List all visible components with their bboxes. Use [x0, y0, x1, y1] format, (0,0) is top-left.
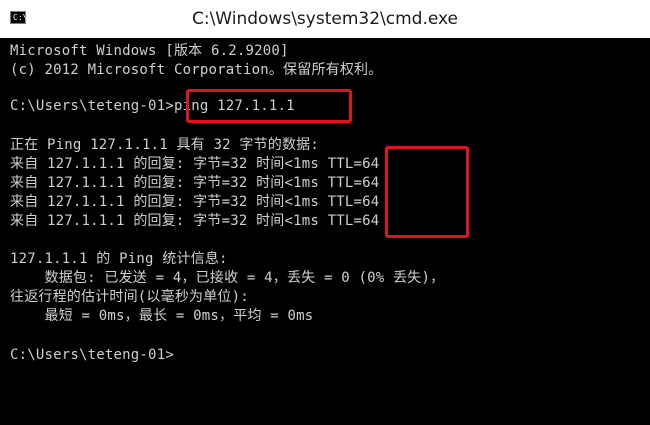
reply-line: 来自 127.1.1.1 的回复: 字节=32 时间<1ms TTL=64: [10, 194, 380, 210]
version-line: Microsoft Windows [版本 6.2.9200]: [10, 43, 289, 59]
reply-line: 来自 127.1.1.1 的回复: 字节=32 时间<1ms TTL=64: [10, 213, 380, 229]
packets-stats-line: 数据包: 已发送 = 4，已接收 = 4，丢失 = 0 (0% 丢失)，: [10, 270, 445, 286]
stats-header-line: 127.1.1.1 的 Ping 统计信息:: [10, 251, 228, 267]
cmd-window: C:\ C:\Windows\system32\cmd.exe Microsof…: [0, 0, 650, 425]
reply-line: 来自 127.1.1.1 的回复: 字节=32 时间<1ms TTL=64: [10, 156, 380, 172]
ping-header-line: 正在 Ping 127.1.1.1 具有 32 字节的数据:: [10, 137, 320, 153]
rtt-header-line: 往返行程的估计时间(以毫秒为单位):: [10, 289, 249, 305]
ping-command-line: C:\Users\teteng-01>ping 127.1.1.1: [10, 98, 295, 114]
reply-line: 来自 127.1.1.1 的回复: 字节=32 时间<1ms TTL=64: [10, 175, 380, 191]
ttl-values-highlight: [385, 146, 469, 238]
window-title: C:\Windows\system32\cmd.exe: [191, 9, 458, 29]
copyright-line: (c) 2012 Microsoft Corporation。保留所有权利。: [10, 62, 383, 78]
console-output-area[interactable]: Microsoft Windows [版本 6.2.9200] (c) 2012…: [0, 38, 650, 425]
title-bar[interactable]: C:\ C:\Windows\system32\cmd.exe: [0, 0, 650, 38]
prompt-line: C:\Users\teteng-01>: [10, 347, 174, 363]
rtt-stats-line: 最短 = 0ms，最长 = 0ms，平均 = 0ms: [10, 308, 314, 324]
